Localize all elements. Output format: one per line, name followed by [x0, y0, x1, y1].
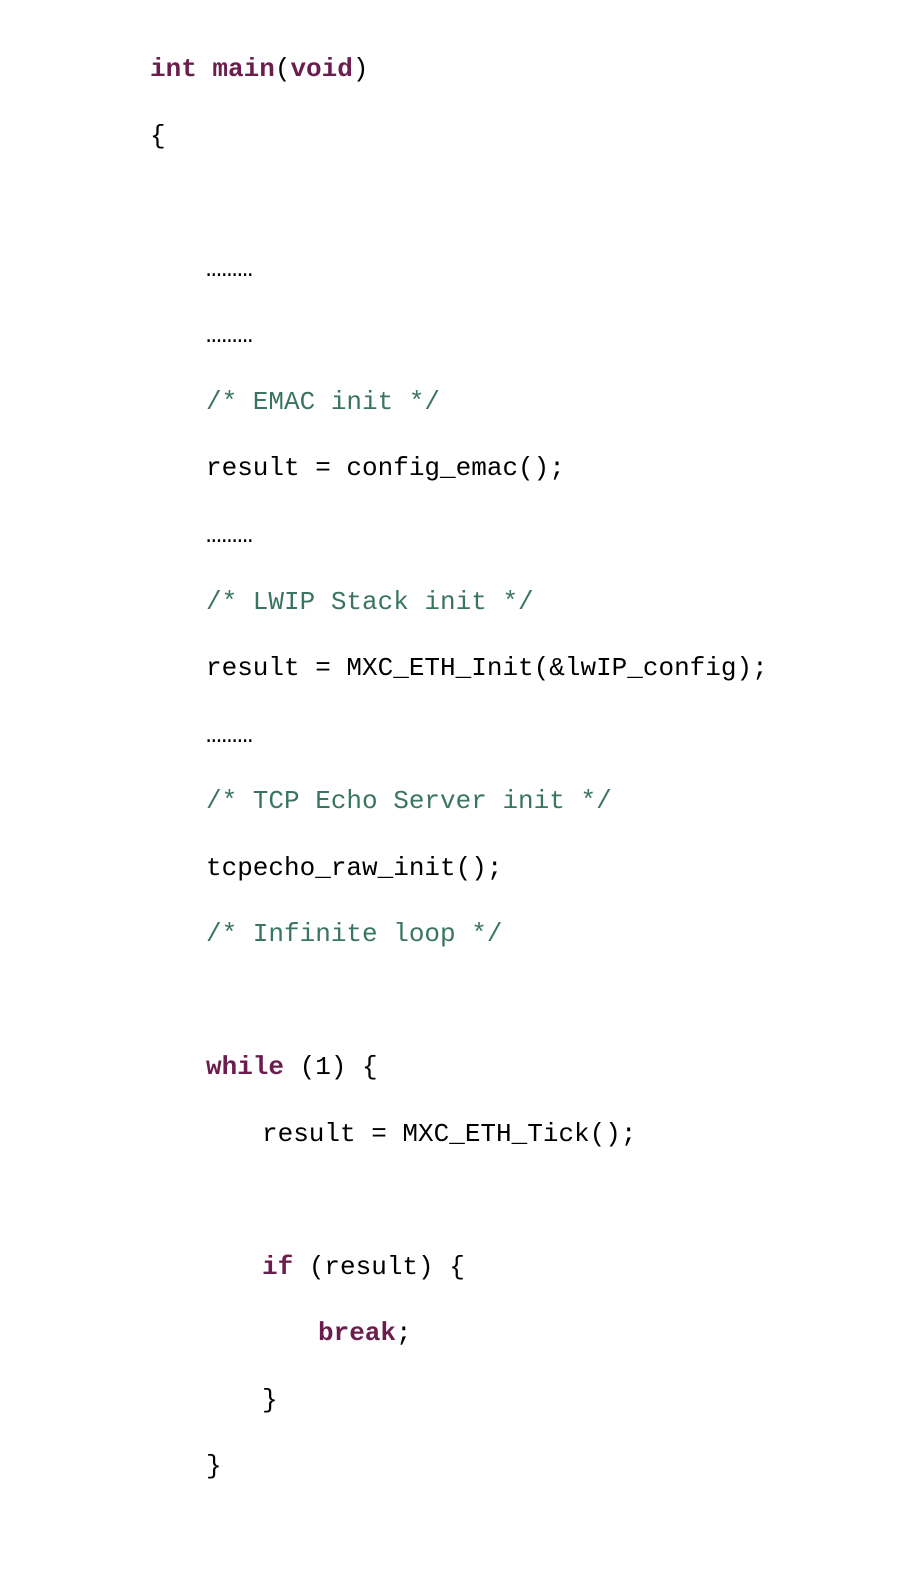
code-line-6: result = config_emac(); — [150, 452, 900, 485]
keyword-int: int — [150, 54, 197, 84]
code-line-18: } — [150, 1384, 900, 1417]
keyword-if: if — [262, 1252, 293, 1282]
code-line-4: ……… — [150, 319, 900, 352]
function-main: main — [197, 54, 275, 84]
blank-line — [150, 1517, 900, 1550]
code-line-14: while (1) { — [150, 1051, 900, 1084]
keyword-void: void — [290, 54, 352, 84]
break-semi: ; — [396, 1318, 412, 1348]
code-line-3: ……… — [150, 253, 900, 286]
code-line-9: result = MXC_ETH_Init(&lwIP_config); — [150, 652, 900, 685]
code-line-7: ……… — [150, 519, 900, 552]
keyword-break: break — [318, 1318, 396, 1348]
blank-line — [150, 1184, 900, 1217]
code-line-1: int main(void) — [150, 53, 900, 86]
code-line-12: tcpecho_raw_init(); — [150, 852, 900, 885]
code-line-15: result = MXC_ETH_Tick(); — [150, 1118, 900, 1151]
code-line-10: ……… — [150, 719, 900, 752]
code-line-16: if (result) { — [150, 1251, 900, 1284]
comment-lwip: /* LWIP Stack init */ — [150, 586, 900, 619]
blank-line — [150, 186, 900, 219]
comment-emac: /* EMAC init */ — [150, 386, 900, 419]
keyword-while: while — [206, 1052, 284, 1082]
blank-line — [150, 985, 900, 1018]
code-snippet: int main(void) { ……… ……… /* EMAC init */… — [150, 20, 900, 1572]
while-rest: (1) { — [284, 1052, 378, 1082]
if-rest: (result) { — [293, 1252, 465, 1282]
paren-close: ) — [353, 54, 369, 84]
paren-open: ( — [275, 54, 291, 84]
code-line-17: break; — [150, 1317, 900, 1350]
code-line-19: } — [150, 1450, 900, 1483]
code-line-2: { — [150, 120, 900, 153]
comment-tcp: /* TCP Echo Server init */ — [150, 785, 900, 818]
comment-infinite: /* Infinite loop */ — [150, 918, 900, 951]
